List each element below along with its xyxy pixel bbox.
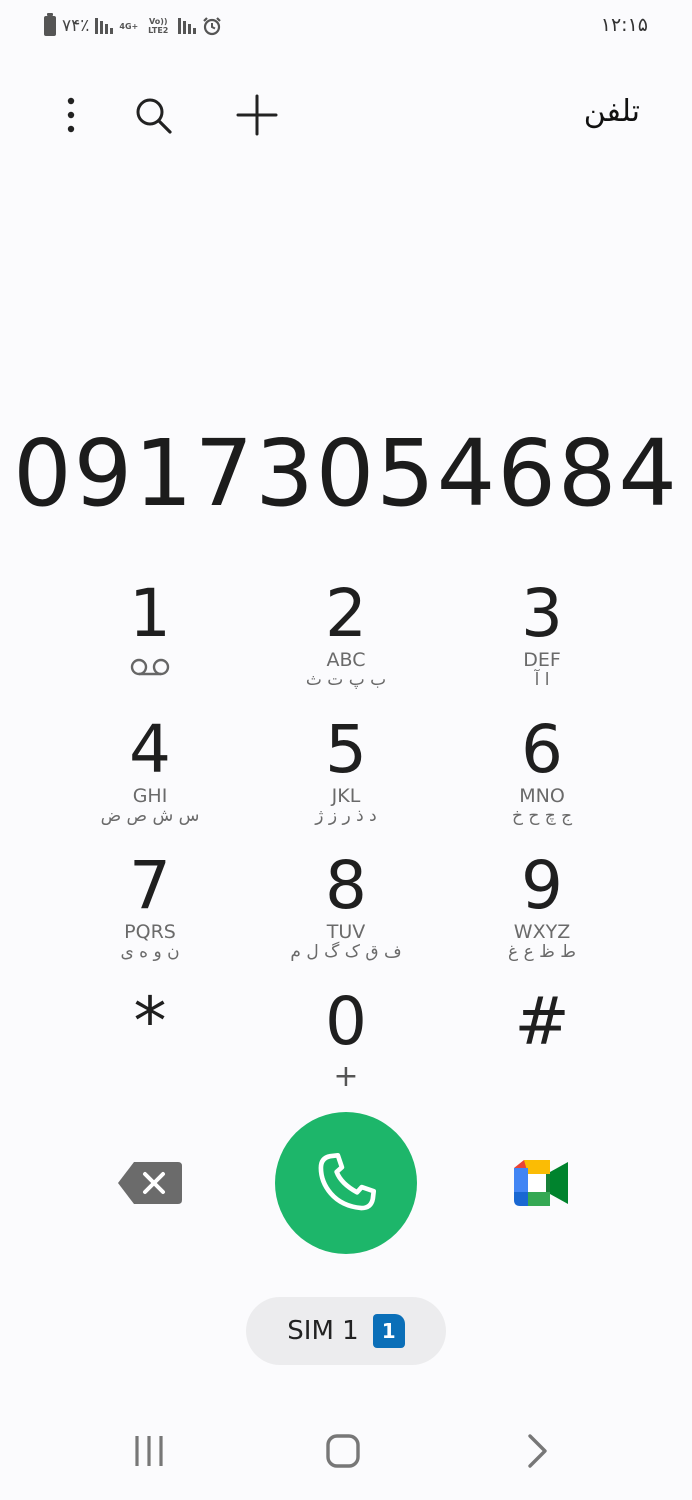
key-digit: 5 bbox=[325, 711, 367, 788]
dial-keypad: 1 2 ABC ب پ ت ث 3 DEF ا آ 4 GHI س ش ص ض … bbox=[52, 578, 640, 1122]
key-digit: 9 bbox=[521, 847, 563, 924]
sim-card-icon: 1 bbox=[372, 1314, 405, 1348]
more-options-button[interactable] bbox=[44, 88, 98, 142]
key-letters: GHI bbox=[132, 785, 168, 807]
key-0[interactable]: 0 + bbox=[248, 986, 444, 1122]
key-plus-sign: + bbox=[333, 1059, 359, 1094]
dialed-number[interactable]: 09173054684 bbox=[0, 420, 692, 527]
key-digit: 3 bbox=[521, 575, 563, 652]
network-type-badge: 4G+ bbox=[119, 21, 139, 31]
key-digit: 4 bbox=[129, 711, 171, 788]
battery-percent: ٧۴٪ bbox=[62, 16, 90, 36]
backspace-icon bbox=[118, 1162, 182, 1204]
google-meet-icon bbox=[514, 1160, 568, 1206]
key-letters: PQRS bbox=[124, 921, 176, 943]
key-persian-letters: ج چ ح خ bbox=[511, 806, 573, 826]
phone-icon bbox=[318, 1152, 377, 1211]
key-hash[interactable]: # bbox=[444, 986, 640, 1122]
key-digit: 7 bbox=[129, 847, 171, 924]
page-title: تلفن bbox=[583, 94, 640, 129]
battery-icon bbox=[44, 13, 56, 36]
key-persian-letters: ا آ bbox=[534, 670, 550, 690]
home-button[interactable] bbox=[318, 1426, 368, 1476]
key-6[interactable]: 6 MNO ج چ ح خ bbox=[444, 714, 640, 850]
recent-apps-icon bbox=[135, 1436, 163, 1466]
key-letters: WXYZ bbox=[513, 921, 571, 943]
phone-dialer-screen: ٧۴٪ 4G+ Vo)) LTE2 ۱۲:۱۵ تلفن 09173054684… bbox=[0, 0, 692, 1500]
key-digit: 8 bbox=[325, 847, 367, 924]
more-options-icon bbox=[67, 97, 75, 133]
key-persian-letters: س ش ص ض bbox=[100, 806, 200, 826]
sim-selector[interactable]: SIM 1 1 bbox=[246, 1297, 446, 1365]
key-digit: # bbox=[514, 983, 570, 1060]
key-digit: 0 bbox=[325, 983, 367, 1060]
key-digit: 1 bbox=[129, 575, 171, 652]
recent-apps-button[interactable] bbox=[124, 1426, 174, 1476]
key-2[interactable]: 2 ABC ب پ ت ث bbox=[248, 578, 444, 714]
key-persian-letters: ن و ه ی bbox=[120, 942, 180, 962]
key-1[interactable]: 1 bbox=[52, 578, 248, 714]
home-icon bbox=[326, 1434, 360, 1468]
key-persian-letters: ط ظ ع غ bbox=[508, 942, 576, 962]
key-7[interactable]: 7 PQRS ن و ه ی bbox=[52, 850, 248, 986]
status-indicators: ٧۴٪ 4G+ Vo)) LTE2 bbox=[44, 13, 222, 38]
key-letters: MNO bbox=[519, 785, 565, 807]
key-5[interactable]: 5 JKL د ذ ر ز ژ bbox=[248, 714, 444, 850]
status-clock: ۱۲:۱۵ bbox=[600, 14, 648, 36]
key-9[interactable]: 9 WXYZ ط ظ ع غ bbox=[444, 850, 640, 986]
video-call-button[interactable] bbox=[512, 1158, 572, 1208]
back-button[interactable] bbox=[512, 1426, 562, 1476]
key-letters: TUV bbox=[326, 921, 366, 943]
key-4[interactable]: 4 GHI س ش ص ض bbox=[52, 714, 248, 850]
search-icon bbox=[136, 98, 172, 134]
key-8[interactable]: 8 TUV ف ق ک گ ل م bbox=[248, 850, 444, 986]
volte-badge: Vo)) LTE2 bbox=[148, 17, 169, 35]
back-icon bbox=[528, 1434, 547, 1468]
key-letters: DEF bbox=[523, 649, 561, 671]
key-persian-letters: ب پ ت ث bbox=[305, 670, 387, 690]
alarm-icon bbox=[203, 17, 222, 36]
add-contact-button[interactable] bbox=[230, 88, 284, 142]
search-button[interactable] bbox=[126, 88, 180, 142]
add-icon bbox=[236, 94, 278, 136]
key-3[interactable]: 3 DEF ا آ bbox=[444, 578, 640, 714]
key-persian-letters: د ذ ر ز ژ bbox=[315, 806, 377, 826]
signal-strength-icon bbox=[178, 18, 197, 34]
call-button[interactable] bbox=[275, 1112, 417, 1254]
status-bar: ٧۴٪ 4G+ Vo)) LTE2 ۱۲:۱۵ bbox=[0, 0, 692, 56]
voicemail-icon bbox=[130, 658, 170, 676]
sim-label: SIM 1 bbox=[287, 1316, 359, 1346]
key-letters: ABC bbox=[326, 649, 366, 671]
system-nav-bar bbox=[0, 1410, 692, 1490]
app-bar: تلفن bbox=[0, 70, 692, 160]
key-digit: 6 bbox=[521, 711, 563, 788]
signal-strength-icon bbox=[95, 18, 114, 34]
key-letters: JKL bbox=[331, 785, 361, 807]
key-digit: * bbox=[133, 983, 167, 1060]
key-digit: 2 bbox=[325, 575, 367, 652]
key-star[interactable]: * bbox=[52, 986, 248, 1122]
backspace-button[interactable] bbox=[116, 1160, 184, 1206]
key-persian-letters: ف ق ک گ ل م bbox=[290, 942, 402, 962]
